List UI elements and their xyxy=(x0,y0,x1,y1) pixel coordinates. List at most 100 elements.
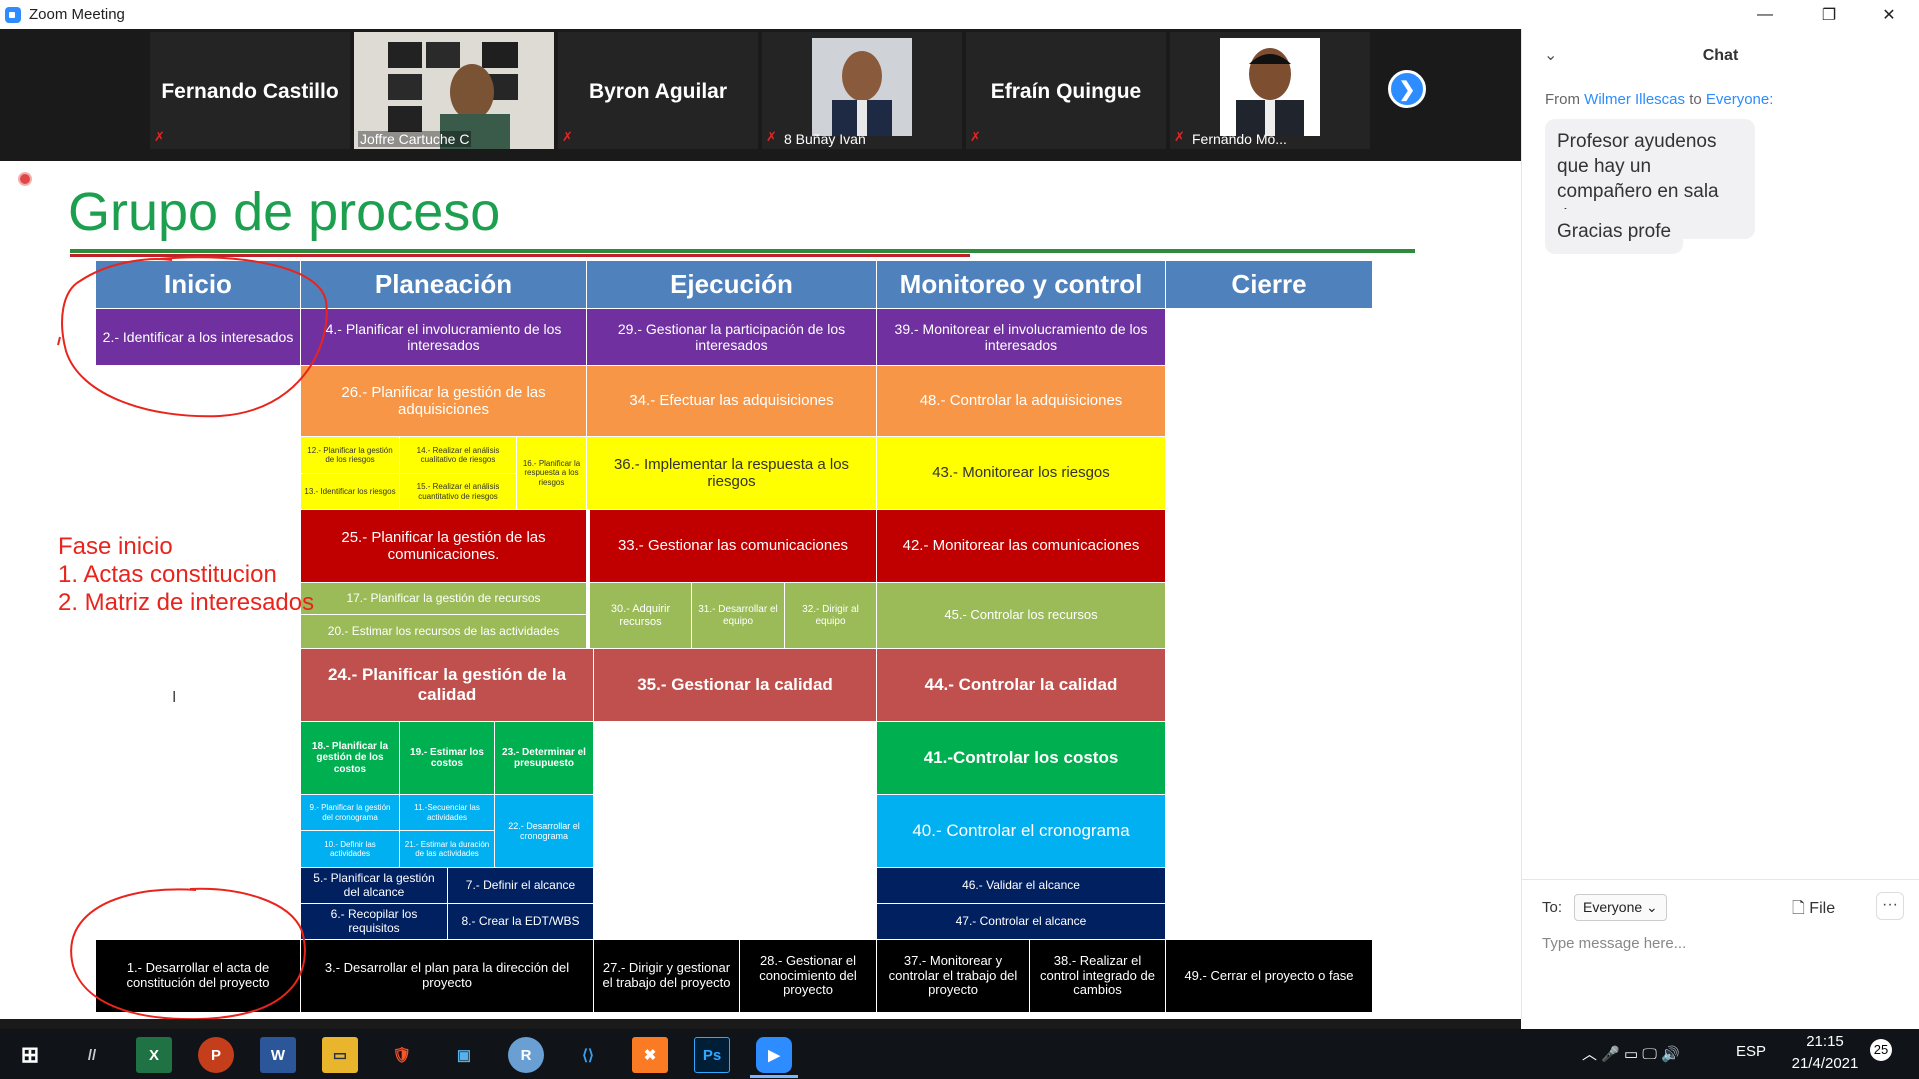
restore-button[interactable]: ❐ xyxy=(1800,0,1858,29)
to-label: To: xyxy=(1542,899,1563,916)
process-cell: 9.- Planificar la gestión del cronograma xyxy=(301,795,399,830)
mic-muted-icon: ✗ xyxy=(154,129,165,144)
notification-badge[interactable]: 25 xyxy=(1870,1039,1892,1061)
active-app-indicator xyxy=(750,1075,798,1078)
process-cell: 1.- Desarrollar el acta de constitución … xyxy=(96,940,300,1012)
participant-label: Joffre Cartuche C xyxy=(358,131,472,147)
process-cell: 25.- Planificar la gestión de las comuni… xyxy=(301,510,586,582)
window-titlebar: Zoom Meeting xyxy=(0,0,1919,29)
process-cell: 18.- Planificar la gestión de los costos xyxy=(301,722,399,794)
mic-muted-icon: ✗ xyxy=(766,129,777,144)
app-icon[interactable]: // xyxy=(74,1037,110,1073)
participant-tile[interactable]: Efraín Quingue ✗ xyxy=(966,32,1166,149)
control-panel-icon[interactable]: ▣ xyxy=(446,1037,482,1073)
process-cell: 34.- Efectuar las adquisiciones xyxy=(587,366,876,436)
column-header: Inicio xyxy=(96,261,300,308)
process-cell: 46.- Validar el alcance xyxy=(877,868,1165,903)
start-icon[interactable]: ⊞ xyxy=(12,1037,48,1073)
slide-title: Grupo de proceso xyxy=(68,182,501,242)
word-icon[interactable]: W xyxy=(260,1037,296,1073)
language-indicator[interactable]: ESP xyxy=(1736,1043,1766,1060)
chat-panel: ⌄ Chat From Wilmer Illescas to Everyone:… xyxy=(1521,29,1919,1019)
process-cell: 12.- Planificar la gestión de los riesgo… xyxy=(301,437,399,473)
excel-icon[interactable]: X xyxy=(136,1037,172,1073)
brave-browser-icon[interactable]: 🛡 xyxy=(384,1037,420,1073)
windows-taskbar: ⊞ // X P W ▭ 🛡 ▣ R ⟨⟩ ✖ Ps ▶ ︿ 🎤 ▭ 🖵 🔊 E… xyxy=(0,1029,1919,1079)
process-cell: 36.- Implementar la respuesta a los ries… xyxy=(587,437,876,509)
chat-recipient[interactable]: Everyone: xyxy=(1706,91,1774,108)
process-cell: 48.- Controlar la adquisiciones xyxy=(877,366,1165,436)
more-options-button[interactable]: ··· xyxy=(1876,892,1904,920)
process-cell: 22.- Desarrollar el cronograma xyxy=(495,795,593,867)
process-cell: 45.- Controlar los recursos xyxy=(877,583,1165,648)
process-cell: 11.-Secuenciar las actividades xyxy=(400,795,494,830)
process-cell: 35.- Gestionar la calidad xyxy=(594,649,876,721)
process-cell: 37.- Monitorear y controlar el trabajo d… xyxy=(877,940,1029,1012)
process-cell: 33.- Gestionar las comunicaciones xyxy=(590,510,876,582)
process-cell: 19.- Estimar los costos xyxy=(400,722,494,794)
zoom-taskbar-icon[interactable]: ▶ xyxy=(756,1037,792,1073)
process-cell: 32.- Dirigir al equipo xyxy=(785,583,876,648)
chat-title: Chat xyxy=(1702,47,1739,64)
annotation-text: 2. Matriz de interesados xyxy=(58,589,315,616)
clock-date[interactable]: 21/4/2021 xyxy=(1782,1055,1868,1072)
xampp-icon[interactable]: ✖ xyxy=(632,1037,668,1073)
chat-sender[interactable]: Wilmer Illescas xyxy=(1584,91,1685,108)
zoom-app-icon xyxy=(5,6,21,23)
process-cell: 4.- Planificar el involucramiento de los… xyxy=(301,309,586,365)
text-cursor-icon: I xyxy=(172,689,177,706)
participant-label: Fernando Mo... xyxy=(1192,131,1287,147)
chat-compose-divider xyxy=(1522,879,1919,880)
recording-indicator-icon xyxy=(18,172,32,186)
process-cell: 41.-Controlar los costos xyxy=(877,722,1165,794)
participant-tile[interactable]: ✗ Fernando Mo... xyxy=(1170,32,1370,149)
process-cell: 49.- Cerrar el proyecto o fase xyxy=(1166,940,1372,1012)
annotation-text: Fase inicio xyxy=(58,533,173,560)
process-cell: 43.- Monitorear los riesgos xyxy=(877,437,1165,509)
title-underline xyxy=(70,249,1415,253)
powerpoint-icon[interactable]: P xyxy=(198,1037,234,1073)
video-strip: Fernando Castillo ✗ Joffre Cartuche C By… xyxy=(0,29,1521,161)
photoshop-icon[interactable]: Ps xyxy=(694,1037,730,1073)
participant-label: 8 Buñay Ivan xyxy=(784,131,866,147)
participant-tile[interactable]: Joffre Cartuche C xyxy=(354,32,554,149)
process-cell: 10.- Definir las actividades xyxy=(301,831,399,867)
next-participants-button[interactable]: ❯ xyxy=(1388,70,1426,108)
process-cell: 30.- Adquirir recursos xyxy=(590,583,691,648)
tray-icons[interactable]: ︿ 🎤 ▭ 🖵 🔊 xyxy=(1582,1043,1680,1064)
clock-time[interactable]: 21:15 xyxy=(1790,1033,1860,1050)
vscode-icon[interactable]: ⟨⟩ xyxy=(570,1037,606,1073)
process-cell: 27.- Dirigir y gestionar el trabajo del … xyxy=(594,940,739,1012)
r-icon[interactable]: R xyxy=(508,1037,544,1073)
process-cell: 42.- Monitorear las comunicaciones xyxy=(877,510,1165,582)
chat-message: Gracias profe xyxy=(1545,209,1684,254)
close-button[interactable]: ✕ xyxy=(1860,0,1918,29)
file-button[interactable]: 🗋 File xyxy=(1792,897,1835,924)
process-cell: 2.- Identificar a los interesados xyxy=(96,309,300,365)
minimize-button[interactable]: — xyxy=(1736,0,1794,29)
mic-muted-icon: ✗ xyxy=(1174,129,1185,144)
file-explorer-icon[interactable]: ▭ xyxy=(322,1037,358,1073)
process-cell: 6.- Recopilar los requisitos xyxy=(301,904,447,939)
message-input[interactable]: Type message here... xyxy=(1542,935,1686,952)
participant-name: Fernando Castillo xyxy=(161,80,339,103)
process-cell: 40.- Controlar el cronograma xyxy=(877,795,1165,867)
process-cell: 3.- Desarrollar el plan para la direcció… xyxy=(301,940,593,1012)
process-cell: 13.- Identificar los riesgos xyxy=(301,474,399,509)
participant-photo xyxy=(812,38,912,136)
participant-tile[interactable]: Fernando Castillo ✗ xyxy=(150,32,350,149)
process-cell: 21.- Estimar la duración de las activida… xyxy=(400,831,494,867)
stage-footer xyxy=(0,1019,1521,1029)
process-cell: 8.- Crear la EDT/WBS xyxy=(448,904,593,939)
process-cell: 7.- Definir el alcance xyxy=(448,868,593,903)
participant-tile[interactable]: Byron Aguilar ✗ xyxy=(558,32,758,149)
process-cell: 44.- Controlar la calidad xyxy=(877,649,1165,721)
participant-tile[interactable]: ✗ 8 Buñay Ivan xyxy=(762,32,962,149)
chat-sender-line: From Wilmer Illescas to Everyone: xyxy=(1545,91,1774,108)
process-cell: 38.- Realizar el control integrado de ca… xyxy=(1030,940,1165,1012)
window-title: Zoom Meeting xyxy=(29,6,125,23)
column-header: Cierre xyxy=(1166,261,1372,308)
recipient-select[interactable]: Everyone ⌄ xyxy=(1574,894,1667,921)
process-cell: 31.- Desarrollar el equipo xyxy=(692,583,784,648)
process-cell: 47.- Controlar el alcance xyxy=(877,904,1165,939)
